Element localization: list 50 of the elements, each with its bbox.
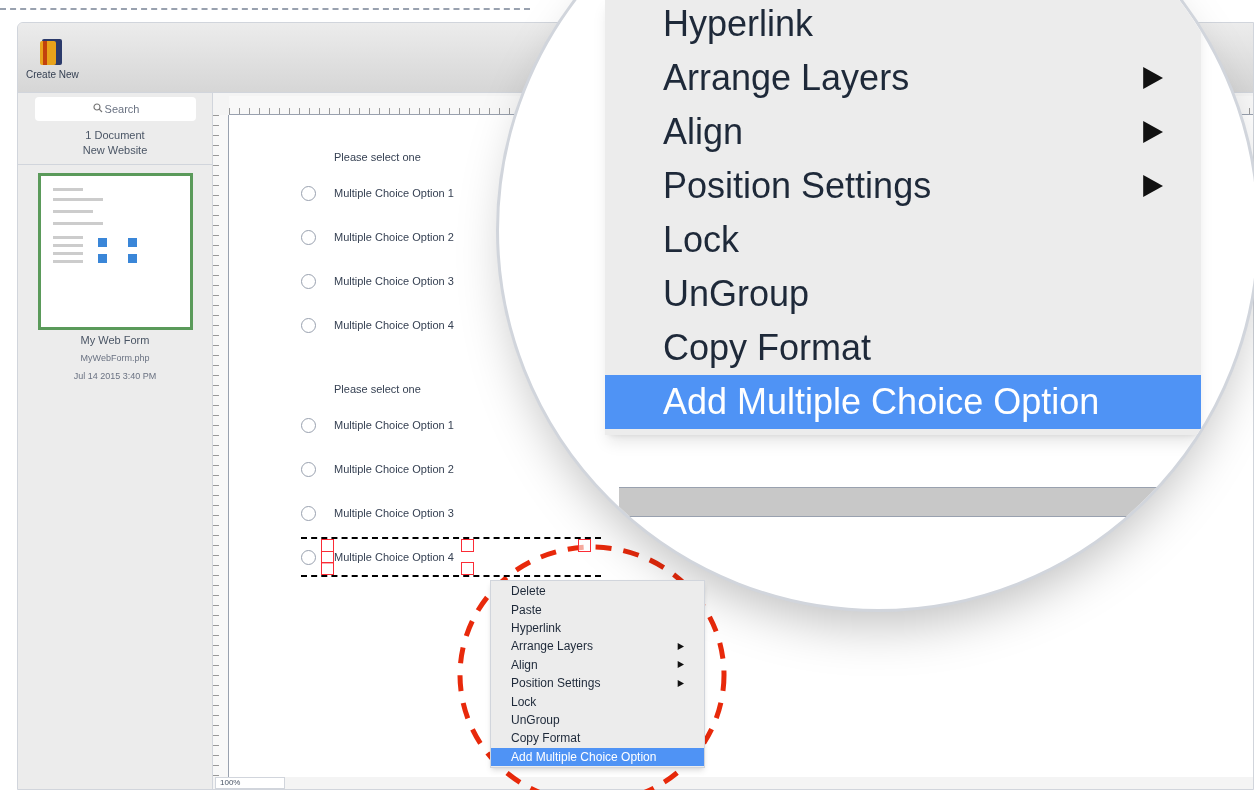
option-row[interactable]: Multiple Choice Option 2 bbox=[301, 449, 454, 489]
option-label: Multiple Choice Option 1 bbox=[334, 185, 454, 201]
option-label: Multiple Choice Option 3 bbox=[334, 273, 454, 289]
menu-item[interactable]: Lock bbox=[491, 692, 704, 711]
menu-item[interactable]: Hyperlink bbox=[491, 618, 704, 638]
submenu-arrow-icon bbox=[1141, 67, 1163, 89]
menu-item[interactable]: Arrange Layers bbox=[605, 51, 1201, 105]
zoom-field[interactable]: 100% bbox=[215, 777, 285, 789]
question-label: Please select one bbox=[334, 382, 421, 397]
document-thumbnail[interactable] bbox=[37, 173, 193, 330]
create-new-button[interactable]: Create New bbox=[26, 37, 79, 80]
option-label: Multiple Choice Option 2 bbox=[334, 461, 454, 477]
document-date: Jul 14 2015 3:40 PM bbox=[73, 370, 157, 383]
option-label: Multiple Choice Option 1 bbox=[334, 417, 454, 433]
menu-item[interactable]: UnGroup bbox=[605, 267, 1201, 321]
option-row[interactable]: Multiple Choice Option 2 bbox=[301, 217, 454, 257]
menu-item[interactable]: Position Settings bbox=[491, 673, 704, 693]
menu-item[interactable]: Position Settings bbox=[605, 159, 1201, 213]
document-filename: MyWebForm.php bbox=[80, 351, 150, 365]
menu-item[interactable]: Paste bbox=[491, 600, 704, 619]
menu-item[interactable]: Hyperlink bbox=[605, 0, 1201, 51]
menu-item[interactable]: Copy Format bbox=[491, 729, 704, 748]
submenu-arrow-icon bbox=[677, 661, 684, 669]
option-row[interactable]: Multiple Choice Option 1 bbox=[301, 173, 454, 213]
search-field[interactable]: Search bbox=[34, 97, 196, 121]
option-row[interactable]: Multiple Choice Option 3 bbox=[301, 261, 454, 301]
menu-item[interactable]: Arrange Layers bbox=[491, 637, 704, 656]
option-row[interactable]: Multiple Choice Option 4 bbox=[301, 305, 454, 345]
menu-item[interactable]: Delete bbox=[491, 582, 704, 601]
question-label: Please select one bbox=[334, 150, 421, 165]
submenu-arrow-icon bbox=[677, 642, 684, 650]
menu-item[interactable]: Lock bbox=[605, 213, 1201, 267]
search-icon bbox=[92, 103, 103, 113]
menu-item[interactable]: UnGroup bbox=[491, 710, 704, 730]
option-row[interactable]: Multiple Choice Option 3 bbox=[301, 493, 454, 533]
summary-text: New Website bbox=[82, 143, 148, 158]
document-title: My Web Form bbox=[80, 333, 150, 348]
option-row[interactable]: Multiple Choice Option 4 bbox=[301, 537, 601, 577]
option-label: Multiple Choice Option 2 bbox=[334, 229, 454, 245]
menu-item[interactable]: Align bbox=[491, 655, 704, 674]
option-label: Multiple Choice Option 4 bbox=[334, 317, 454, 333]
menu-item[interactable]: Align bbox=[605, 105, 1201, 159]
submenu-arrow-icon bbox=[677, 679, 684, 687]
submenu-arrow-icon bbox=[1141, 121, 1163, 143]
option-row[interactable]: Multiple Choice Option 1 bbox=[301, 405, 454, 445]
summary-text: 1 Document bbox=[85, 128, 145, 143]
option-label: Multiple Choice Option 4 bbox=[334, 549, 454, 565]
menu-item[interactable]: Copy Format bbox=[605, 321, 1201, 375]
submenu-arrow-icon bbox=[1141, 175, 1163, 197]
option-label: Multiple Choice Option 3 bbox=[334, 505, 454, 521]
